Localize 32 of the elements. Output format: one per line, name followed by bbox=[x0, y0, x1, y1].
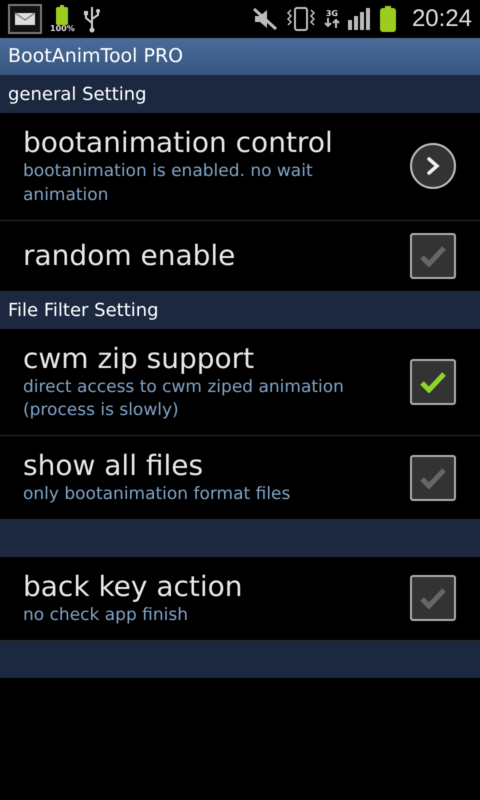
data-arrows-icon bbox=[324, 18, 340, 28]
mute-icon bbox=[252, 7, 278, 31]
checkmark-icon bbox=[420, 587, 446, 610]
checkmark-icon bbox=[420, 370, 446, 393]
preference-summary: only bootanimation format files bbox=[23, 483, 292, 506]
preference-summary: direct access to cwm ziped animation (process is slowly) bbox=[23, 376, 345, 422]
preference-summary: no check app finish bbox=[23, 604, 189, 627]
clock: 20:24 bbox=[412, 4, 472, 34]
checkbox[interactable] bbox=[410, 358, 456, 405]
preference-summary: bootanimation is enabled. no wait animation bbox=[23, 160, 314, 207]
network-type: 3G bbox=[326, 10, 338, 18]
battery-icon bbox=[56, 5, 68, 25]
preference-title: random enable bbox=[23, 238, 236, 274]
usb-icon bbox=[82, 5, 101, 33]
preference-title: back key action bbox=[23, 568, 244, 604]
signal-icon bbox=[348, 8, 372, 30]
vibrate-icon bbox=[286, 6, 316, 32]
checkbox[interactable] bbox=[410, 454, 456, 501]
section-header: File Filter Setting bbox=[0, 292, 480, 329]
checkmark-icon bbox=[420, 466, 446, 489]
app-title: BootAnimTool PRO bbox=[8, 44, 184, 70]
checkmark-icon bbox=[420, 244, 446, 267]
section-header: general Setting bbox=[0, 76, 480, 113]
preference-title: bootanimation control bbox=[23, 125, 334, 160]
checkbox[interactable] bbox=[410, 575, 456, 622]
message-icon bbox=[8, 4, 42, 34]
battery-percent: 100% bbox=[50, 25, 75, 33]
preference-title: cwm zip support bbox=[23, 340, 256, 376]
chevron-button[interactable] bbox=[410, 143, 456, 190]
battery-icon bbox=[380, 6, 396, 32]
preference-title: show all files bbox=[23, 448, 204, 484]
checkbox[interactable] bbox=[410, 232, 456, 279]
